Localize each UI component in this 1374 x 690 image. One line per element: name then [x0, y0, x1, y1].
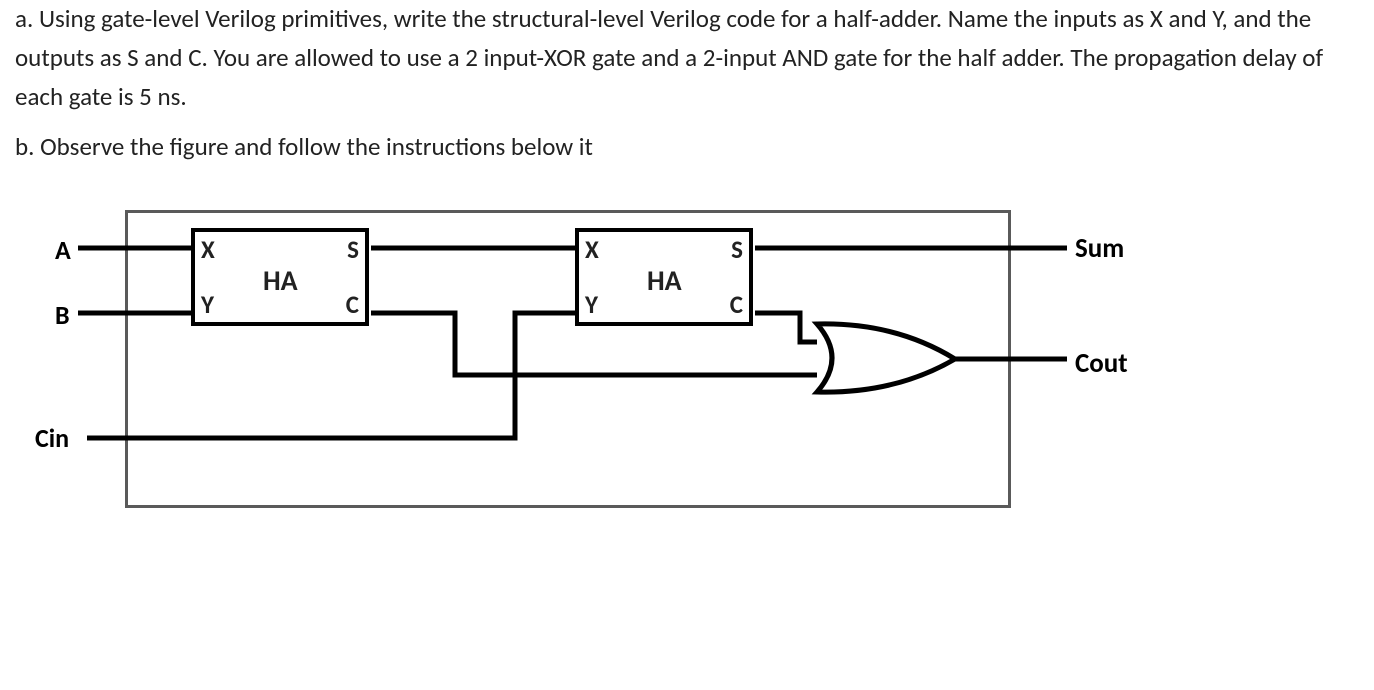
- wiring-svg: [55, 192, 1315, 512]
- question-part-b: b. Observe the figure and follow the ins…: [15, 128, 1359, 167]
- or-gate-icon: [817, 324, 955, 392]
- question-part-a: a. Using gate-level Verilog primitives, …: [15, 0, 1359, 116]
- full-adder-diagram: A B Cin X Y S C HA X Y S C HA Sum Cout: [55, 192, 1315, 512]
